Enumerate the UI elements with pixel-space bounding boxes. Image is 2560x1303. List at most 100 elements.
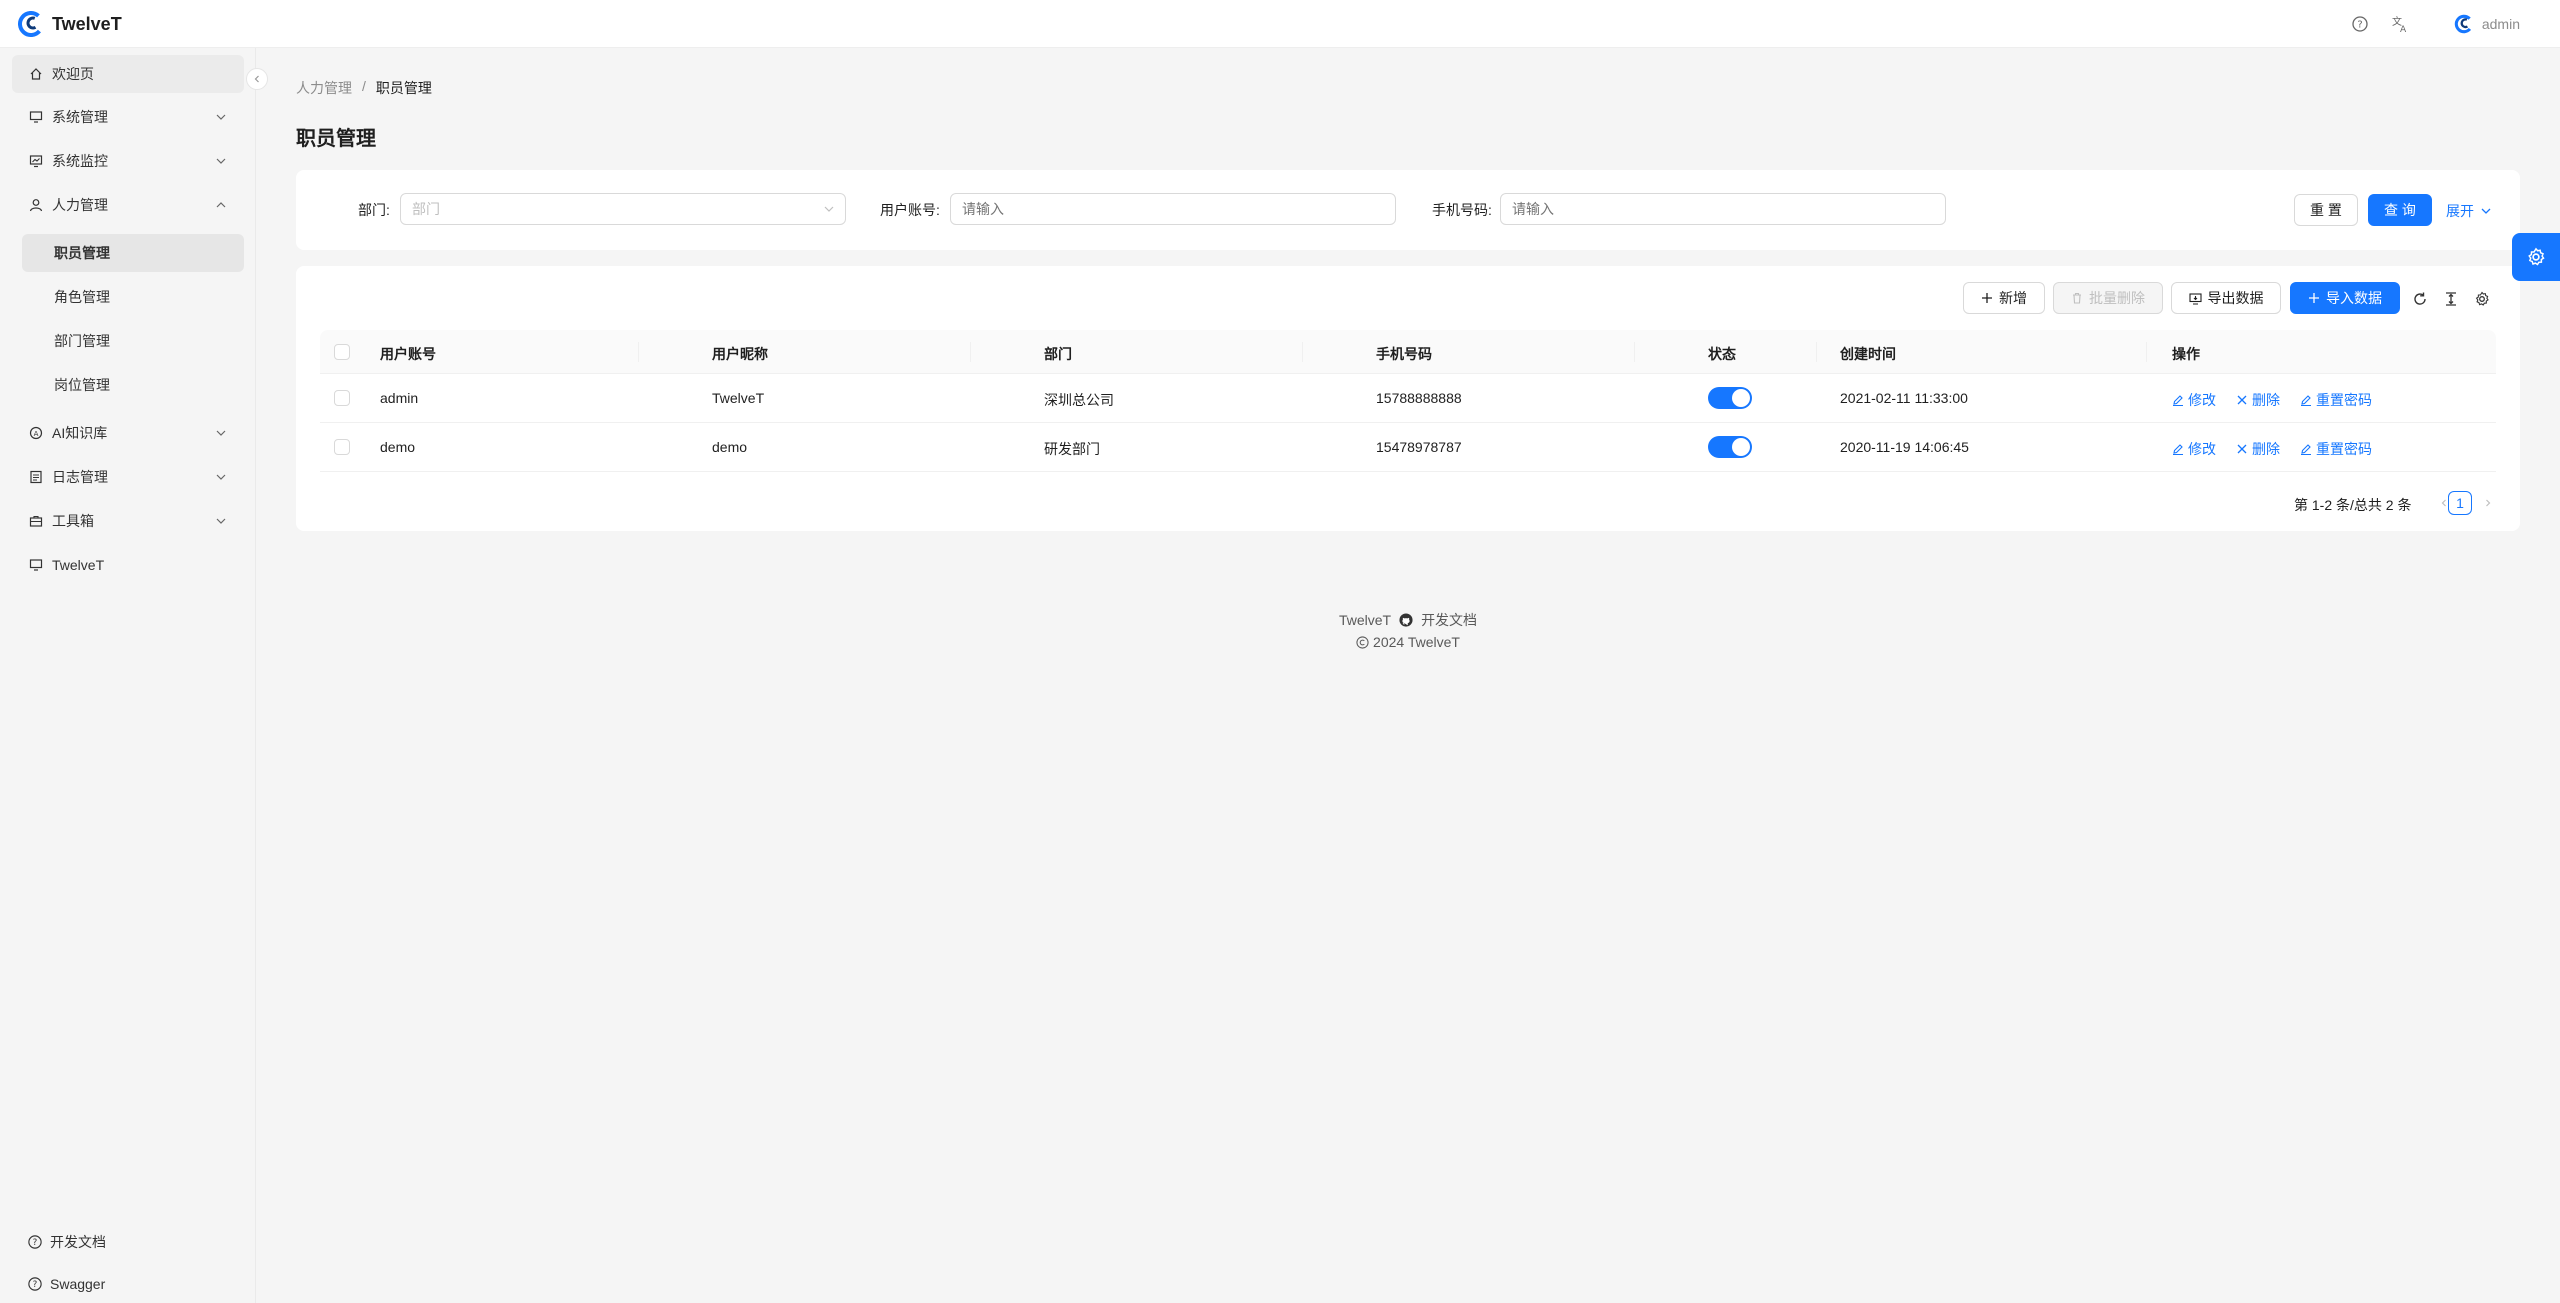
chevron-down-icon (216, 430, 226, 436)
column-header: 用户账号 (380, 346, 436, 362)
chevron-down-icon (216, 114, 226, 120)
export-button[interactable]: 导出数据 (2171, 282, 2281, 314)
sidebar-item-dept[interactable]: 部门管理 (22, 322, 244, 360)
breadcrumb-current: 职员管理 (375, 80, 432, 96)
expand-button[interactable]: 展开 (2446, 201, 2492, 221)
reset-password-link[interactable]: 重置密码 (2300, 439, 2372, 459)
column-divider (1816, 342, 1817, 362)
logo-icon (18, 11, 44, 37)
sidebar-item-role[interactable]: 角色管理 (22, 278, 244, 316)
column-divider (638, 342, 639, 362)
page-item[interactable]: 1 (2448, 491, 2472, 515)
sidebar-item-staff[interactable]: 职员管理 (22, 234, 244, 272)
help-icon[interactable]: ? (2350, 14, 2370, 34)
log-icon (28, 469, 44, 485)
dept-select[interactable]: 部门 (400, 193, 846, 225)
edit-link[interactable]: 修改 (2172, 390, 2216, 410)
sidebar-item-label: 岗位管理 (54, 377, 110, 393)
sidebar-item-welcome[interactable]: 欢迎页 (12, 55, 244, 93)
row-checkbox[interactable] (334, 439, 350, 455)
status-switch[interactable] (1708, 436, 1752, 458)
close-icon (2237, 444, 2247, 454)
column-header: 创建时间 (1840, 346, 1896, 362)
delete-link[interactable]: 删除 (2236, 439, 2280, 459)
select-all-checkbox[interactable] (334, 344, 350, 360)
svg-text:A: A (2400, 25, 2407, 33)
export-label: 导出数据 (2207, 290, 2264, 306)
question-icon: ? (28, 1277, 42, 1291)
setting-icon[interactable] (2472, 289, 2492, 309)
translate-icon[interactable]: 文A (2390, 14, 2410, 34)
column-header: 部门 (1044, 346, 1072, 362)
status-switch[interactable] (1708, 387, 1752, 409)
column-header: 状态 (1708, 346, 1736, 362)
sidebar-item-label: 工具箱 (52, 513, 94, 529)
sidebar-item-post[interactable]: 岗位管理 (22, 366, 244, 404)
sidebar-item-log[interactable]: 日志管理 (12, 458, 244, 496)
sidebar-docs-link[interactable]: ? 开发文档 (28, 1232, 106, 1252)
reload-icon[interactable] (2410, 289, 2430, 309)
home-icon (28, 66, 44, 82)
github-icon[interactable] (1399, 613, 1413, 627)
cell-phone: 15478978787 (1376, 439, 1462, 455)
reset-password-label: 重置密码 (2316, 392, 2372, 408)
query-button[interactable]: 查 询 (2368, 194, 2432, 226)
edit-icon (2301, 444, 2311, 455)
sidebar-item-twelvet[interactable]: TwelveT (12, 546, 244, 584)
sidebar-item-system[interactable]: 系统管理 (12, 98, 244, 136)
settings-drawer-button[interactable] (2512, 233, 2560, 281)
search-form: 部门: 部门 用户账号: 手机号码: 重 置 查 询 展开 (296, 170, 2520, 250)
table-row: admin TwelveT 深圳总公司 15788888888 2021-02-… (320, 374, 2496, 423)
batch-delete-button[interactable]: 批量删除 (2053, 282, 2163, 314)
add-button[interactable]: 新增 (1963, 282, 2045, 314)
sidebar-item-ai[interactable]: A AI知识库 (12, 414, 244, 452)
sidebar-collapse-button[interactable] (246, 68, 268, 90)
column-height-icon[interactable] (2441, 289, 2461, 309)
chevron-down-icon (2481, 208, 2491, 214)
user-menu[interactable]: admin (2454, 14, 2520, 34)
question-icon: ? (28, 1235, 42, 1249)
chevron-down-icon (216, 158, 226, 164)
next-page-button[interactable] (2476, 491, 2500, 515)
edit-icon (2301, 395, 2311, 406)
toolbox-icon (28, 513, 44, 529)
breadcrumb-parent[interactable]: 人力管理 (296, 78, 352, 98)
column-header: 手机号码 (1376, 346, 1432, 362)
reset-password-link[interactable]: 重置密码 (2300, 390, 2372, 410)
account-label: 用户账号: (880, 202, 940, 218)
cell-created: 2021-02-11 11:33:00 (1840, 390, 1968, 406)
dept-label: 部门: (358, 202, 390, 218)
gear-icon (2528, 247, 2545, 266)
import-button[interactable]: 导入数据 (2290, 282, 2400, 314)
desktop-icon (28, 109, 44, 125)
account-input[interactable] (950, 193, 1396, 225)
cell-nickname: demo (712, 439, 748, 455)
sidebar-item-label: AI知识库 (52, 425, 108, 441)
reset-button[interactable]: 重 置 (2294, 194, 2358, 226)
footer-docs-link[interactable]: 开发文档 (1421, 610, 1477, 630)
cell-nickname: TwelveT (712, 390, 765, 406)
copyright-text: 2024 TwelveT (1373, 634, 1460, 650)
sidebar-item-label: 开发文档 (50, 1234, 106, 1250)
sidebar-item-monitor[interactable]: 系统监控 (12, 142, 244, 180)
avatar (2454, 14, 2474, 34)
column-divider (1634, 342, 1635, 362)
row-checkbox[interactable] (334, 390, 350, 406)
sidebar-item-toolbox[interactable]: 工具箱 (12, 502, 244, 540)
page-title: 职员管理 (296, 128, 376, 150)
phone-input[interactable] (1500, 193, 1946, 225)
sidebar-item-label: Swagger (50, 1276, 106, 1292)
sidebar-swagger-link[interactable]: ? Swagger (28, 1276, 105, 1292)
svg-text:?: ? (2357, 20, 2362, 31)
delete-link[interactable]: 删除 (2236, 390, 2280, 410)
breadcrumb: 人力管理 / 职员管理 (296, 78, 432, 98)
close-icon (2237, 395, 2247, 405)
sidebar-item-hr[interactable]: 人力管理 (12, 186, 244, 224)
footer-brand-link[interactable]: TwelveT (1339, 612, 1391, 628)
edit-link[interactable]: 修改 (2172, 439, 2216, 459)
svg-text:?: ? (33, 1280, 38, 1290)
brand[interactable]: TwelveT (18, 10, 122, 38)
sidebar-item-label: 职员管理 (54, 245, 110, 261)
user-icon (28, 197, 44, 213)
chevron-right-icon (2486, 499, 2491, 507)
